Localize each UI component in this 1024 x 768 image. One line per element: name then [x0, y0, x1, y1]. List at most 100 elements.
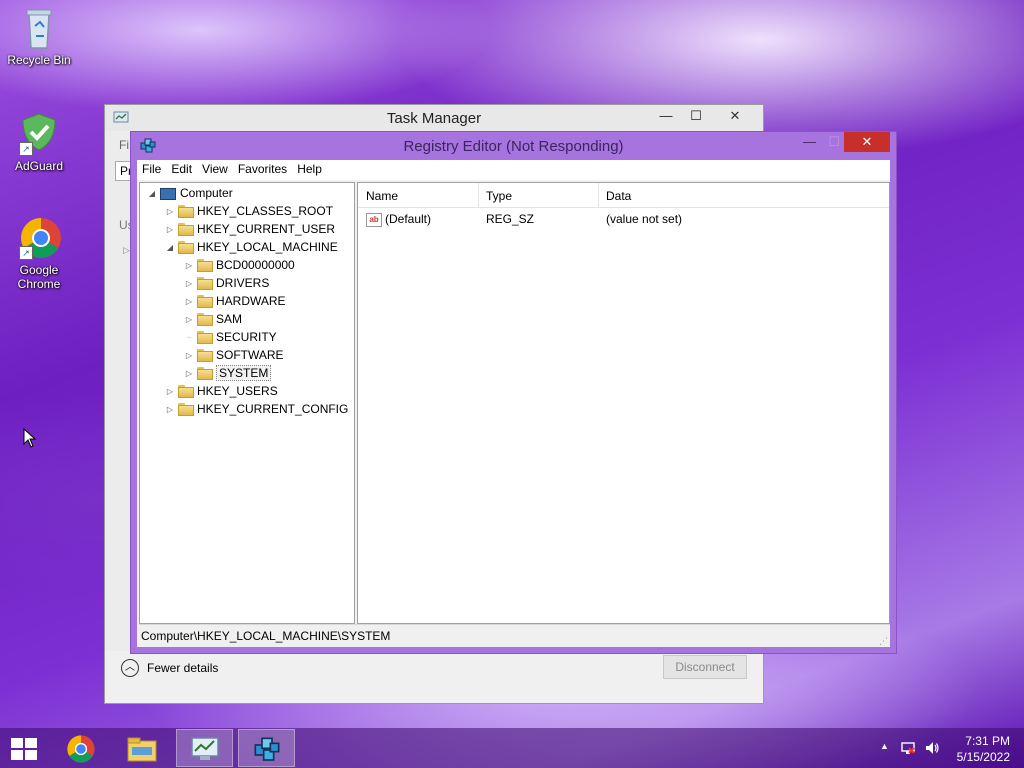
expand-arrow-icon[interactable]: ▷	[183, 365, 195, 383]
folder-icon	[197, 277, 213, 291]
desktop-icon-label: AdGuard	[14, 159, 64, 173]
tree-node-bcd00000000[interactable]: ▷ BCD00000000	[183, 256, 295, 274]
tree-node-hkey-users[interactable]: ▷ HKEY_USERS	[164, 382, 278, 400]
registry-editor-maximize-button[interactable]: ☐	[828, 134, 840, 150]
chrome-icon: ↗	[19, 216, 61, 260]
desktop-icon-recycle-bin[interactable]: Recycle Bin	[1, 6, 77, 67]
tree-node-software[interactable]: ▷ SOFTWARE	[183, 346, 284, 364]
registry-editor-window[interactable]: Registry Editor (Not Responding) — ☐ ✕ F…	[130, 131, 897, 654]
taskbar: ▲ 7:31 PM 5/15/2022	[0, 728, 1024, 768]
task-manager-maximize-button[interactable]: ☐	[681, 105, 711, 127]
folder-icon	[197, 295, 213, 309]
folder-icon	[178, 205, 194, 219]
tree-node-label: SOFTWARE	[216, 348, 284, 362]
expand-arrow-icon[interactable]: ▷	[164, 401, 176, 419]
adguard-icon: ↗	[19, 112, 59, 156]
task-manager-expand-arrow-icon[interactable]: ▷	[123, 245, 130, 256]
expand-arrow-icon[interactable]: ▷	[183, 311, 195, 329]
expand-arrow-icon[interactable]: ▷	[183, 275, 195, 293]
collapse-arrow-icon[interactable]: ◢	[164, 239, 176, 257]
registry-editor-minimize-button[interactable]: —	[803, 134, 816, 149]
menu-file[interactable]: File	[137, 160, 166, 178]
menu-favorites[interactable]: Favorites	[233, 160, 292, 178]
column-header-name[interactable]: Name	[358, 183, 479, 207]
taskbar-task-manager-button[interactable]	[176, 729, 233, 767]
registry-values-pane[interactable]: Name Type Data ab (Default) REG_SZ (value…	[357, 182, 890, 624]
tree-node-sam[interactable]: ▷ SAM	[183, 310, 242, 328]
folder-icon	[197, 259, 213, 273]
chevron-up-icon[interactable]: ︿	[121, 659, 139, 677]
tree-node-hkey-current-user[interactable]: ▷ HKEY_CURRENT_USER	[164, 220, 335, 238]
menu-edit[interactable]: Edit	[166, 160, 197, 178]
value-row[interactable]: ab (Default) REG_SZ (value not set)	[358, 209, 889, 229]
expand-arrow-icon[interactable]: ▷	[164, 383, 176, 401]
desktop-icon-google-chrome[interactable]: ↗ Google Chrome	[1, 216, 77, 291]
task-manager-titlebar[interactable]: Task Manager — ☐ ✕	[105, 105, 763, 131]
task-manager-minimize-button[interactable]: —	[651, 105, 681, 127]
registry-tree-pane[interactable]: ◢ Computer ▷ HKEY_CLASSES_ROOT ▷ HKEY_CURRE…	[139, 182, 355, 624]
tree-node-label: SECURITY	[216, 330, 277, 344]
tree-node-label: SAM	[216, 312, 243, 326]
tree-node-label: HKEY_CURRENT_USER	[197, 222, 336, 236]
resize-grip-icon[interactable]: ⋰	[879, 635, 888, 647]
tree-node-computer[interactable]: ◢ Computer	[146, 184, 233, 202]
tree-node-hkey-local-machine[interactable]: ◢ HKEY_LOCAL_MACHINE	[164, 238, 338, 256]
folder-icon	[197, 313, 213, 327]
column-header-type[interactable]: Type	[478, 183, 599, 207]
tree-node-label: HARDWARE	[216, 294, 286, 308]
start-button[interactable]	[0, 729, 57, 767]
registry-status-bar: Computer\HKEY_LOCAL_MACHINE\SYSTEM ⋰	[139, 624, 890, 647]
disconnect-button[interactable]: Disconnect	[663, 655, 747, 679]
expand-arrow-icon[interactable]: ▷	[164, 203, 176, 221]
tree-node-hardware[interactable]: ▷ HARDWARE	[183, 292, 286, 310]
registry-editor-icon	[254, 737, 280, 761]
fewer-details-link[interactable]: Fewer details	[147, 661, 218, 675]
taskbar-registry-editor-button[interactable]	[238, 729, 295, 767]
column-header-data[interactable]: Data	[598, 183, 886, 207]
expand-arrow-icon[interactable]: ▷	[183, 257, 195, 275]
network-icon[interactable]	[900, 740, 916, 756]
taskbar-file-explorer-button[interactable]	[114, 729, 171, 767]
registry-editor-titlebar[interactable]: Registry Editor (Not Responding) — ☐ ✕	[131, 132, 896, 160]
folder-icon	[197, 367, 213, 381]
tree-node-label-selected: SYSTEM	[216, 365, 272, 381]
value-type: REG_SZ	[486, 212, 535, 226]
string-value-icon: ab	[366, 212, 382, 227]
registry-editor-close-button[interactable]: ✕	[844, 132, 890, 152]
taskbar-clock[interactable]: 7:31 PM 5/15/2022	[957, 733, 1010, 765]
task-manager-menu-fragment[interactable]: Fi	[119, 138, 129, 152]
volume-icon[interactable]	[924, 740, 940, 756]
registry-editor-menubar: File Edit View Favorites Help	[137, 160, 890, 180]
chrome-icon	[67, 735, 95, 763]
collapse-arrow-icon[interactable]: ◢	[146, 185, 158, 203]
expand-arrow-icon[interactable]: ▷	[164, 221, 176, 239]
folder-icon	[178, 403, 194, 417]
computer-icon	[160, 187, 176, 200]
clock-time: 7:31 PM	[965, 734, 1010, 748]
taskbar-chrome-button[interactable]	[53, 729, 110, 767]
tree-node-label: DRIVERS	[216, 276, 270, 290]
menu-help[interactable]: Help	[292, 160, 327, 178]
expand-arrow-icon[interactable]: ▷	[183, 347, 195, 365]
task-manager-footer: ︿ Fewer details Disconnect	[105, 651, 763, 703]
tree-node-hkey-current-config[interactable]: ▷ HKEY_CURRENT_CONFIG	[164, 400, 348, 418]
tree-node-hkey-classes-root[interactable]: ▷ HKEY_CLASSES_ROOT	[164, 202, 333, 220]
menu-view[interactable]: View	[197, 160, 233, 178]
folder-icon	[178, 241, 194, 255]
tree-node-label: BCD00000000	[216, 258, 295, 272]
expand-arrow-icon[interactable]: ▷	[183, 293, 195, 311]
values-header: Name Type Data	[358, 183, 889, 208]
folder-icon	[197, 349, 213, 363]
show-hidden-icons-icon[interactable]: ▲	[880, 741, 889, 751]
tree-node-system[interactable]: ▷ SYSTEM	[183, 364, 272, 383]
desktop-icon-label: Google Chrome	[17, 263, 61, 291]
desktop-icon-adguard[interactable]: ↗ AdGuard	[1, 112, 77, 173]
file-explorer-icon	[127, 737, 157, 762]
tree-node-label: HKEY_CURRENT_CONFIG	[197, 402, 349, 416]
task-manager-close-button[interactable]: ✕	[715, 105, 755, 127]
tree-node-label: HKEY_USERS	[197, 384, 278, 398]
tree-node-drivers[interactable]: ▷ DRIVERS	[183, 274, 269, 292]
desktop-icon-label: Recycle Bin	[7, 53, 71, 67]
recycle-bin-icon	[19, 6, 59, 50]
tree-node-security[interactable]: ┈ SECURITY	[183, 328, 277, 346]
